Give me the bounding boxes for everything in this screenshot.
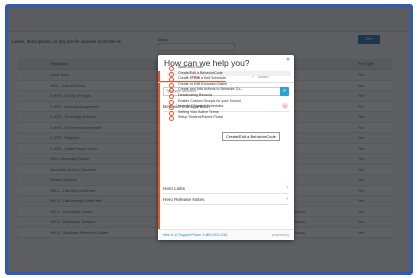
section-hero-release-notes[interactable]: Hero Release Notes › bbox=[163, 195, 289, 205]
powered-by: powered by bbox=[271, 233, 289, 237]
app-window: Leave, descriptions, or any pre-fix indi… bbox=[5, 4, 413, 275]
help-footer: Hero K-12 Support Phone: 1-800-XXX-1215 … bbox=[158, 229, 294, 240]
help-article-label: Enable Custom Groups for your School bbox=[178, 98, 241, 103]
tooltip: Create/Edit a BehaviorCode bbox=[222, 132, 280, 141]
help-article-label: Setup Student/Parent Portal bbox=[178, 115, 223, 120]
help-article-label: Create or Edit a Bell Schedule bbox=[178, 76, 227, 81]
support-phone[interactable]: Hero K-12 Support Phone: 1-800-XXX-1215 bbox=[163, 230, 227, 240]
section-hero-links-label: Hero Links bbox=[163, 186, 185, 191]
help-article-link[interactable]: Setup Student/Parent Portal bbox=[167, 115, 291, 122]
help-article-label: Deactivating Records bbox=[178, 92, 213, 97]
help-article-list: Add/Edit A User Create/Edit a BehaviorCod… bbox=[167, 65, 291, 122]
accent-bar bbox=[158, 71, 160, 230]
section-hero-release-label: Hero Release Notes bbox=[163, 197, 205, 202]
chevron-right-icon[interactable]: › bbox=[286, 195, 288, 204]
help-article-label: Add/Edit A User bbox=[178, 65, 204, 69]
help-article-label: Setting Your Active Terms bbox=[178, 109, 219, 114]
close-icon[interactable]: ✕ bbox=[285, 57, 291, 63]
bullet-circle-icon bbox=[169, 116, 174, 122]
help-article-label: Create and Add Actions to Behavior Co... bbox=[178, 87, 244, 92]
chevron-right-icon[interactable]: › bbox=[286, 184, 288, 193]
help-article-label: Imports - Student Schedules bbox=[178, 104, 224, 109]
help-article-label: Create/Edit a BehaviorCode bbox=[178, 70, 223, 75]
help-article-label: Create or Edit Exclusion Dates bbox=[178, 81, 227, 86]
section-hero-links[interactable]: Hero Links › bbox=[163, 184, 289, 194]
